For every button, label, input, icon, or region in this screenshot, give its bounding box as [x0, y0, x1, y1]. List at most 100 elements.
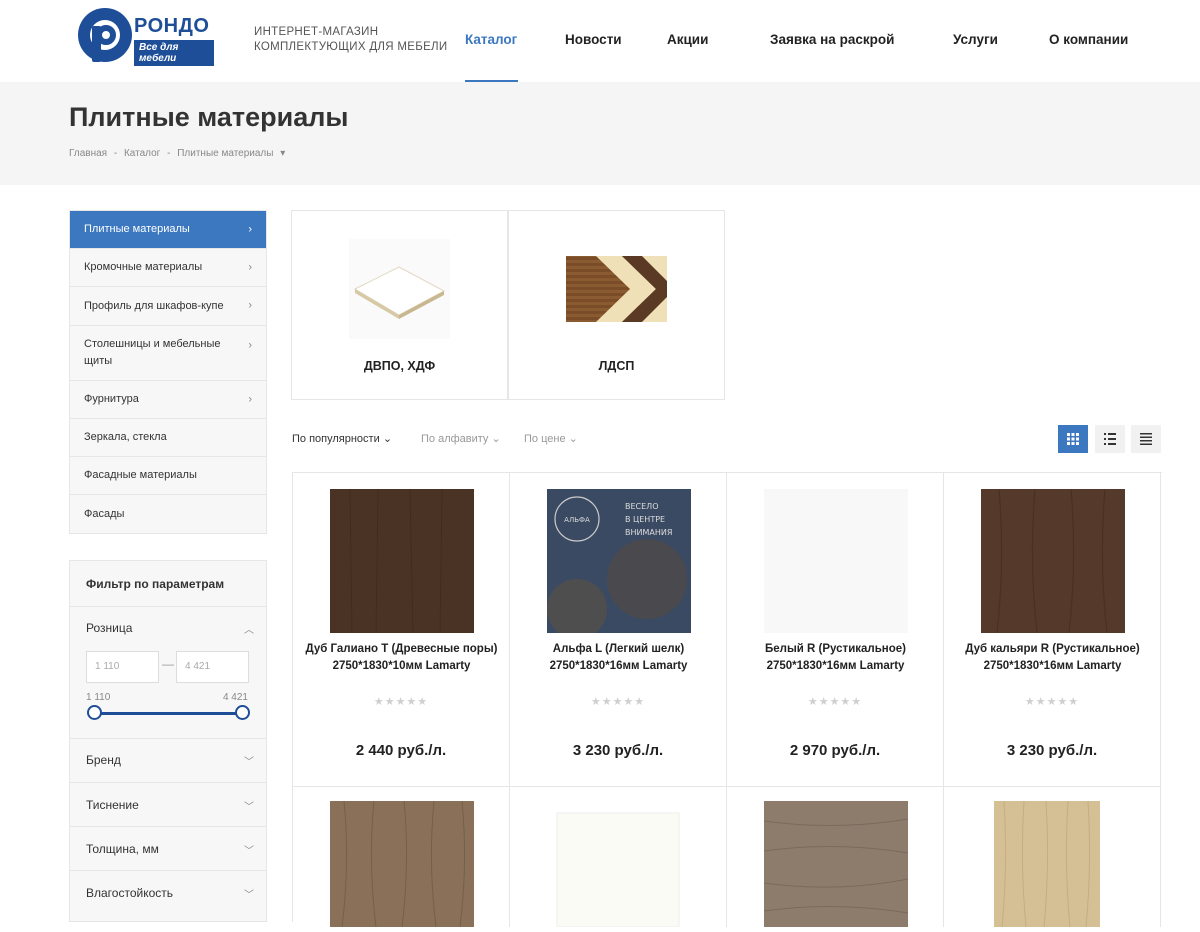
- filter-group-brand[interactable]: Бренд: [86, 753, 121, 767]
- chevron-down-icon[interactable]: ﹀: [244, 753, 254, 768]
- sort-alphabet[interactable]: По алфавиту ⌄: [421, 432, 501, 445]
- sort-label: По алфавиту: [421, 433, 489, 445]
- swatch-overlay-text: ВНИМАНИЯ: [625, 528, 672, 537]
- price-min-input[interactable]: 1 110: [86, 651, 159, 683]
- breadcrumb: Главная - Каталог - Плитные материалы ▾: [69, 148, 289, 159]
- divider: [70, 782, 266, 783]
- sidebar-item-wardrobe-profile[interactable]: Профиль для шкафов-купе ›: [70, 287, 266, 326]
- page-title: Плитные материалы: [69, 102, 349, 132]
- nav-services[interactable]: Услуги: [953, 32, 998, 47]
- sidebar-item-label: Профиль для шкафов-купе: [84, 299, 224, 312]
- site-header: РОНДО Все для мебели ИНТЕРНЕТ-МАГАЗИН КО…: [0, 0, 1200, 82]
- divider: [70, 606, 266, 607]
- sort-popularity[interactable]: По популярности ⌄: [292, 432, 392, 445]
- range-max-label: 4 421: [222, 692, 248, 703]
- product-name[interactable]: Белый R (Рустикальное) 2750*1830*16мм La…: [735, 641, 936, 675]
- price-range-track[interactable]: [94, 712, 242, 715]
- product-card[interactable]: [510, 787, 727, 928]
- filter-group-retail[interactable]: Розница: [86, 621, 132, 635]
- price-max-input[interactable]: 4 421: [176, 651, 249, 683]
- product-price: 3 230 руб./л.: [1006, 742, 1098, 759]
- product-card[interactable]: [293, 787, 510, 928]
- swatch-overlay-text: В ЦЕНТРЕ: [625, 515, 665, 524]
- category-name: ДВПО, ХДФ: [363, 359, 436, 373]
- nav-about[interactable]: О компании: [1049, 32, 1128, 47]
- sidebar-item-hardware[interactable]: Фурнитура ›: [70, 381, 266, 419]
- chevron-right-icon: ›: [248, 223, 252, 235]
- rating-stars: ★★★★★: [1024, 696, 1080, 708]
- range-min-label: 1 110: [86, 692, 111, 703]
- divider: [70, 870, 266, 871]
- product-grid: Дуб Галиано Т (Древесные поры) 2750*1830…: [292, 472, 1162, 928]
- logo[interactable]: РОНДО Все для мебели: [78, 6, 214, 66]
- product-name[interactable]: Дуб кальяри R (Рустикальное) 2750*1830*1…: [952, 641, 1153, 675]
- product-name[interactable]: Дуб Галиано Т (Древесные поры) 2750*1830…: [301, 641, 502, 675]
- product-image: [994, 800, 1100, 928]
- sidebar-item-label: Фасадные материалы: [84, 469, 197, 481]
- view-list-button[interactable]: [1095, 425, 1125, 453]
- product-name[interactable]: Альфа L (Легкий шелк) 2750*1830*16мм Lam…: [518, 641, 719, 675]
- nav-promotions[interactable]: Акции: [667, 32, 708, 47]
- nav-cutting-request[interactable]: Заявка на раскрой: [770, 32, 894, 47]
- filter-group-embossing[interactable]: Тиснение: [86, 798, 139, 812]
- sidebar-item-facade-materials[interactable]: Фасадные материалы: [70, 457, 266, 495]
- product-card[interactable]: [727, 787, 944, 927]
- chevron-down-icon[interactable]: ﹀: [244, 842, 254, 857]
- grid-icon: [1067, 433, 1079, 445]
- filter-group-thickness[interactable]: Толщина, мм: [86, 842, 159, 856]
- filter-group-moisture-resistance[interactable]: Влагостойкость: [86, 886, 173, 900]
- chevron-down-icon: ⌄: [382, 433, 393, 445]
- product-image: [764, 489, 908, 633]
- category-name: ЛДСП: [598, 359, 635, 373]
- category-tile-ldsp[interactable]: ЛДСП: [508, 210, 725, 400]
- range-dash: —: [162, 657, 174, 671]
- price-range-max-handle[interactable]: [235, 705, 250, 720]
- sort-price[interactable]: По цене ⌄: [524, 432, 578, 445]
- swatch-overlay-text: ВЕСЕЛО: [625, 502, 659, 511]
- view-grid-button[interactable]: [1058, 425, 1088, 453]
- sort-label: По цене: [524, 433, 566, 445]
- breadcrumb-catalog[interactable]: Каталог: [124, 148, 160, 159]
- product-image: [547, 801, 691, 928]
- sidebar-item-mirrors-glass[interactable]: Зеркала, стекла: [70, 419, 266, 457]
- filter-panel: Фильтр по параметрам Розница ︿ 1 110 — 4…: [69, 560, 267, 922]
- product-price: 3 230 руб./л.: [572, 742, 664, 759]
- product-card[interactable]: [944, 787, 1161, 928]
- chevron-right-icon: ›: [248, 299, 252, 312]
- table-icon: [1140, 433, 1152, 445]
- shop-description: ИНТЕРНЕТ-МАГАЗИН КОМПЛЕКТУЮЩИХ ДЛЯ МЕБЕЛ…: [254, 25, 447, 55]
- sidebar-item-countertops[interactable]: Столешницы и мебельные щиты ›: [70, 326, 266, 381]
- chevron-right-icon: ›: [248, 393, 252, 405]
- divider: [70, 826, 266, 827]
- nav-news[interactable]: Новости: [565, 32, 622, 47]
- chevron-down-icon[interactable]: ﹀: [244, 886, 254, 901]
- breadcrumb-home[interactable]: Главная: [69, 148, 107, 159]
- sidebar-item-board-materials[interactable]: Плитные материалы ›: [70, 211, 266, 249]
- product-card[interactable]: Белый R (Рустикальное) 2750*1830*16мм La…: [727, 473, 944, 787]
- nav-catalog[interactable]: Каталог: [465, 32, 517, 47]
- sidebar-item-label: Фасады: [84, 507, 125, 520]
- breadcrumb-dropdown-icon[interactable]: ▾: [280, 148, 285, 159]
- breadcrumb-separator: -: [113, 148, 118, 159]
- category-tile-hdf[interactable]: ДВПО, ХДФ: [291, 210, 508, 400]
- product-card[interactable]: АЛЬФА ВЕСЕЛО В ЦЕНТРЕ ВНИМАНИЯ Альфа L (…: [510, 473, 727, 787]
- price-range-min-handle[interactable]: [87, 705, 102, 720]
- rating-stars: ★★★★★: [807, 696, 863, 708]
- product-card[interactable]: Дуб кальяри R (Рустикальное) 2750*1830*1…: [944, 473, 1161, 787]
- breadcrumb-separator: -: [167, 148, 171, 159]
- product-card[interactable]: Дуб Галиано Т (Древесные поры) 2750*1830…: [293, 473, 510, 787]
- view-table-button[interactable]: [1131, 425, 1161, 453]
- chevron-down-icon[interactable]: ﹀: [244, 798, 254, 813]
- sidebar-item-facades[interactable]: Фасады: [70, 495, 266, 533]
- product-image: [981, 488, 1125, 634]
- logo-tagline: Все для мебели: [134, 40, 214, 66]
- divider: [70, 738, 266, 739]
- chevron-up-icon[interactable]: ︿: [244, 621, 254, 636]
- sidebar-item-label: Плитные материалы: [84, 223, 190, 235]
- chevron-right-icon: ›: [248, 261, 252, 273]
- chevron-down-icon: ⌄: [568, 433, 578, 445]
- logo-mark-icon: [78, 8, 132, 62]
- sidebar-item-label: Фурнитура: [84, 393, 139, 405]
- chevron-right-icon: ›: [248, 339, 252, 352]
- sidebar-item-edge-materials[interactable]: Кромочные материалы ›: [70, 249, 266, 287]
